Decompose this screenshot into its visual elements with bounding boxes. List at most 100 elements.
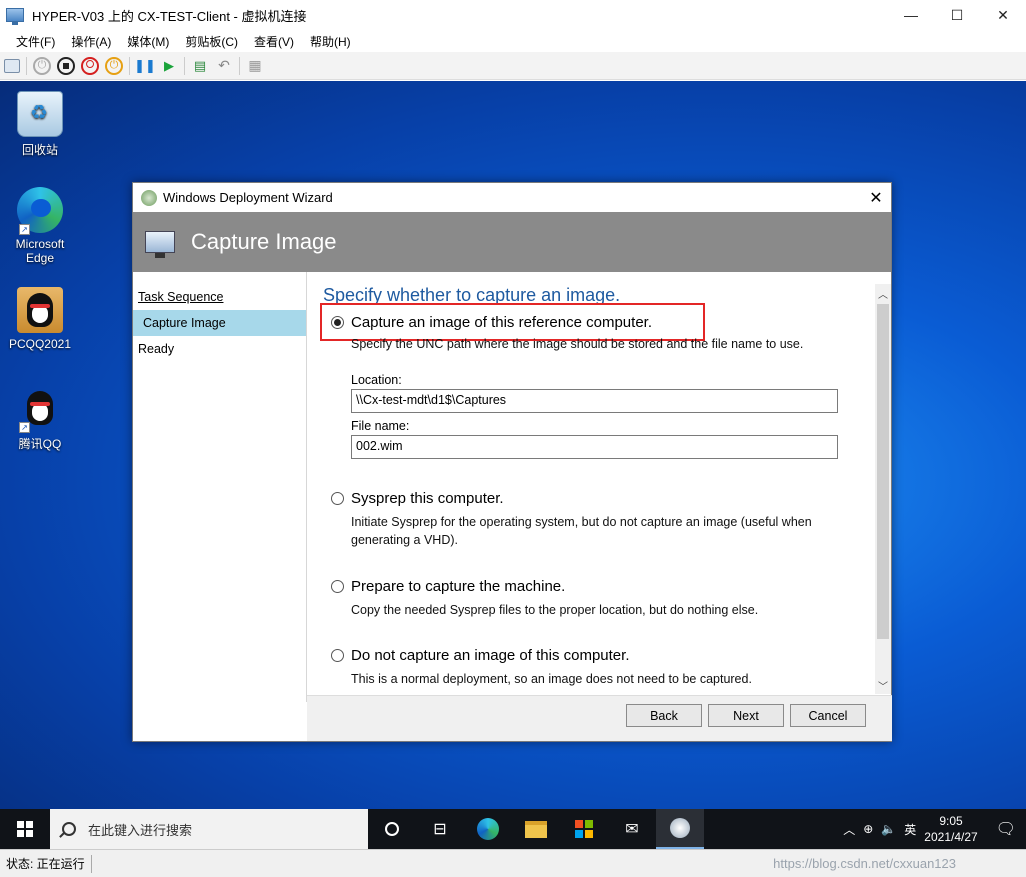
host-titlebar: HYPER-V03 上的 CX-TEST-Client - 虚拟机连接 — ☐ … xyxy=(0,0,1026,30)
guest-desktop: 回收站 ↗ Microsoft Edge PCQQ2021 ↗ 腾讯QQ Win… xyxy=(0,81,1026,809)
location-label: Location: xyxy=(351,373,402,387)
option-no-capture-label: Do not capture an image of this computer… xyxy=(351,647,630,664)
location-input[interactable]: \\Cx-test-mdt\d1$\Captures xyxy=(351,389,838,413)
option-capture-desc: Specify the UNC path where the image sho… xyxy=(351,337,804,351)
qq-penguin-icon xyxy=(27,293,53,327)
network-icon[interactable]: ⊕ xyxy=(863,822,873,836)
next-button[interactable]: Next xyxy=(708,704,784,727)
wizard-page-title: Capture Image xyxy=(191,229,337,254)
toolbar-separator xyxy=(239,56,240,75)
radio-capture-image[interactable] xyxy=(331,316,344,329)
menu-view[interactable]: 查看(V) xyxy=(246,33,302,50)
step-ready: Ready xyxy=(138,342,175,356)
host-window-title: HYPER-V03 上的 CX-TEST-Client - 虚拟机连接 xyxy=(32,8,307,24)
qq-icon: ↗ xyxy=(17,385,63,433)
scroll-thumb[interactable] xyxy=(877,304,889,639)
maximize-button[interactable]: ☐ xyxy=(934,0,980,30)
taskbar-file-explorer[interactable] xyxy=(512,809,560,849)
desktop-icon-recycle-bin[interactable]: 回收站 xyxy=(5,91,75,158)
taskbar-deployment-wizard[interactable] xyxy=(656,809,704,849)
option-capture-label: Capture an image of this reference compu… xyxy=(351,314,652,331)
wizard-titlebar: Windows Deployment Wizard xyxy=(133,183,891,212)
taskbar-mail[interactable]: ✉ xyxy=(608,809,656,849)
edge-icon xyxy=(477,818,499,840)
clock-date: 2021/4/27 xyxy=(924,830,978,844)
task-view-button[interactable]: ⊟ xyxy=(416,809,464,849)
search-icon xyxy=(62,822,76,836)
cancel-button[interactable]: Cancel xyxy=(790,704,866,727)
option-sysprep-desc: Initiate Sysprep for the operating syste… xyxy=(351,515,812,547)
filename-input[interactable]: 002.wim xyxy=(351,435,838,459)
menu-media[interactable]: 媒体(M) xyxy=(119,33,177,50)
notification-icon[interactable]: 🗨 xyxy=(996,819,1016,839)
ctrl-alt-del-icon[interactable] xyxy=(4,58,20,73)
wizard-window-title: Windows Deployment Wizard xyxy=(163,190,333,205)
wizard-close-button[interactable]: ✕ xyxy=(861,183,891,212)
mail-icon: ✉ xyxy=(625,821,639,838)
filename-label: File name: xyxy=(351,419,410,433)
cortana-icon xyxy=(385,822,399,836)
taskbar-store[interactable] xyxy=(560,809,608,849)
resume-icon[interactable]: ▶ xyxy=(160,57,178,75)
save-state-icon[interactable]: ⏻ xyxy=(105,56,123,75)
option-capture-image[interactable]: Capture an image of this reference compu… xyxy=(331,314,652,331)
scroll-up-icon[interactable]: ︿ xyxy=(875,284,891,302)
step-capture-image[interactable]: Capture Image xyxy=(133,310,306,336)
option-prepare-desc: Copy the needed Sysprep files to the pro… xyxy=(351,603,759,617)
deployment-wizard-dialog: Windows Deployment Wizard ✕ Capture Imag… xyxy=(132,182,892,742)
menu-file[interactable]: 文件(F) xyxy=(8,33,63,50)
cortana-button[interactable] xyxy=(368,809,416,849)
folder-icon xyxy=(525,820,547,838)
turn-off-icon[interactable] xyxy=(57,56,75,75)
tray-clock[interactable]: 9:05 2021/4/27 xyxy=(924,813,977,845)
back-button[interactable]: Back xyxy=(626,704,702,727)
radio-sysprep[interactable] xyxy=(331,492,344,505)
toolbar-separator xyxy=(184,56,185,75)
volume-muted-icon[interactable]: 🔈 xyxy=(881,822,896,836)
vm-toolbar: ⏻ ⭘ ⏻ ❚❚ ▶ ▤ ↶ ▦ xyxy=(0,52,1026,80)
shortcut-arrow-icon: ↗ xyxy=(19,224,30,235)
scroll-down-icon[interactable]: ﹀ xyxy=(875,676,891,694)
desktop-icon-qq[interactable]: ↗ 腾讯QQ xyxy=(5,385,75,452)
start-button[interactable] xyxy=(0,809,50,849)
taskbar-search[interactable]: 在此键入进行搜索 xyxy=(50,809,368,849)
option-prepare-label: Prepare to capture the machine. xyxy=(351,578,566,595)
system-tray: ︿ ⊕ 🔈 英 9:05 2021/4/27 🗨 xyxy=(843,809,1026,849)
menu-clipboard[interactable]: 剪贴板(C) xyxy=(177,33,246,50)
edge-label: Microsoft Edge xyxy=(15,237,65,265)
content-scrollbar[interactable]: ︿ ﹀ xyxy=(875,284,891,694)
store-icon xyxy=(575,820,593,838)
shutdown-icon[interactable]: ⭘ xyxy=(81,56,99,75)
wizard-header: Capture Image xyxy=(133,212,891,272)
wizard-steps-sidebar: Task Sequence Capture Image Ready xyxy=(133,272,307,702)
windows-logo-icon xyxy=(17,821,33,837)
option-no-capture[interactable]: Do not capture an image of this computer… xyxy=(331,647,630,664)
desktop-icon-edge[interactable]: ↗ Microsoft Edge xyxy=(5,187,75,265)
computer-icon xyxy=(145,231,175,258)
close-button[interactable]: ✕ xyxy=(980,0,1026,30)
radio-prepare-capture[interactable] xyxy=(331,580,344,593)
pause-icon[interactable]: ❚❚ xyxy=(134,57,156,75)
option-sysprep[interactable]: Sysprep this computer. xyxy=(331,490,504,507)
tray-chevron-icon[interactable]: ︿ xyxy=(843,821,855,838)
menu-help[interactable]: 帮助(H) xyxy=(302,33,359,50)
step-task-sequence[interactable]: Task Sequence xyxy=(133,284,306,310)
enhanced-session-icon[interactable]: ▦ xyxy=(246,57,264,75)
option-prepare-capture[interactable]: Prepare to capture the machine. xyxy=(331,578,565,595)
ime-indicator[interactable]: 英 xyxy=(904,821,916,838)
checkpoint-icon[interactable]: ▤ xyxy=(191,57,209,75)
taskbar-edge[interactable] xyxy=(464,809,512,849)
pcqq-label: PCQQ2021 xyxy=(8,337,72,351)
vm-status: 状态: 正在运行 xyxy=(6,857,85,871)
radio-no-capture[interactable] xyxy=(331,649,344,662)
window-controls: — ☐ ✕ xyxy=(888,0,1026,30)
revert-icon[interactable]: ↶ xyxy=(215,57,233,75)
shortcut-arrow-icon: ↗ xyxy=(19,422,30,433)
desktop-icon-pcqq[interactable]: PCQQ2021 xyxy=(5,287,75,351)
start-vm-icon[interactable]: ⏻ xyxy=(33,56,51,75)
pcqq-installer-icon xyxy=(17,287,63,333)
minimize-button[interactable]: — xyxy=(888,0,934,30)
wizard-content: Specify whether to capture an image. Cap… xyxy=(308,272,868,702)
menu-action[interactable]: 操作(A) xyxy=(63,33,119,50)
wizard-app-icon xyxy=(141,189,157,206)
